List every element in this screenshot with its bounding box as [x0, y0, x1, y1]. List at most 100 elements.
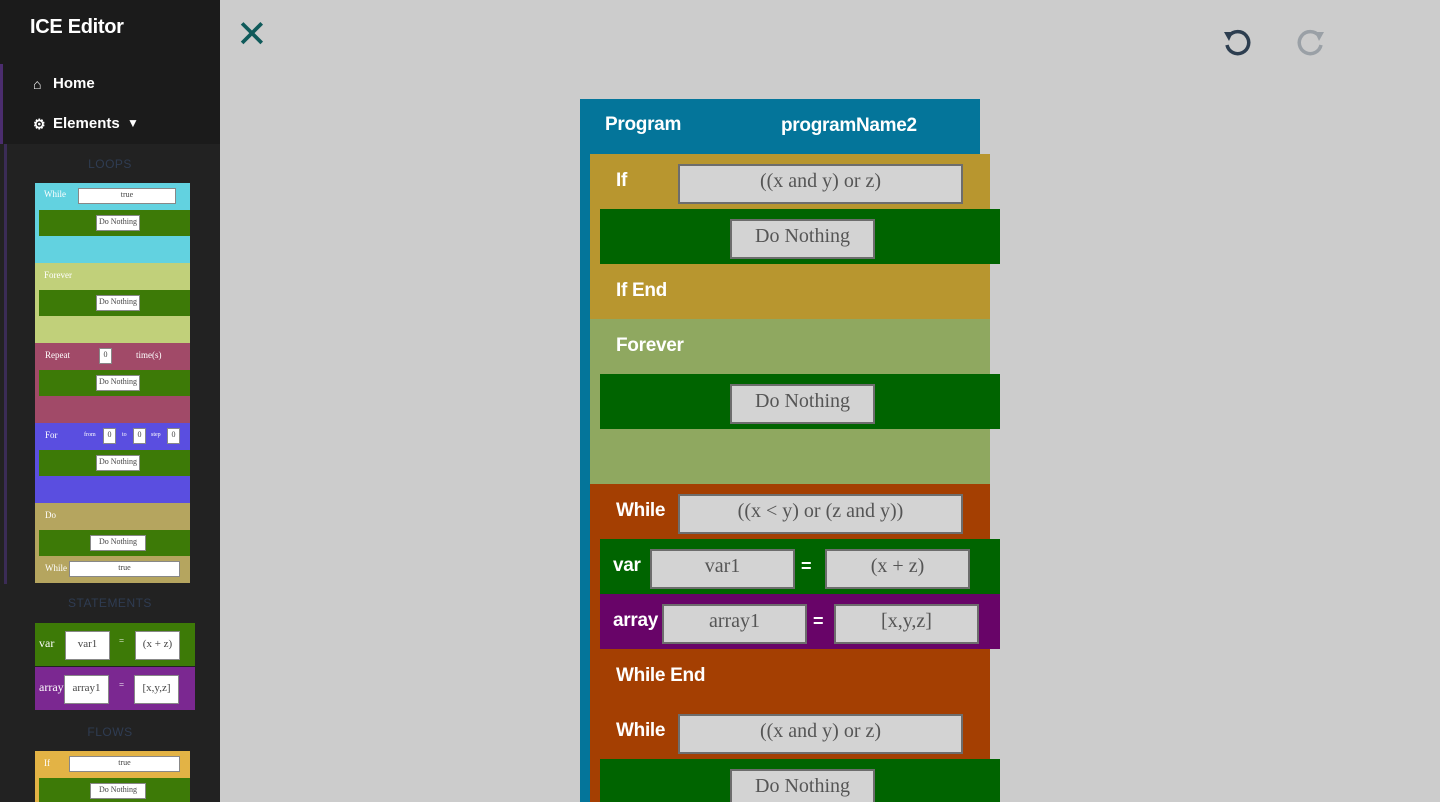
palette-do-while-label: While	[45, 563, 67, 573]
while-end-block[interactable]: While End	[590, 649, 990, 704]
palette-forever-body: Do Nothing	[39, 290, 190, 316]
forever-do-nothing-block[interactable]: Do Nothing	[600, 374, 1000, 429]
if-condition-input[interactable]: ((x and y) or z)	[678, 164, 963, 204]
palette-while-label: While	[44, 189, 66, 199]
while-block-2[interactable]: While ((x and y) or z)	[590, 704, 990, 759]
palette-forever-block[interactable]: Forever Do Nothing	[35, 263, 190, 343]
palette-if-label: If	[44, 758, 50, 768]
nav-home[interactable]: ⌂ Home	[0, 64, 220, 104]
category-loops: LOOPS	[88, 157, 132, 171]
home-icon: ⌂	[33, 76, 42, 92]
palette-while-body: Do Nothing	[39, 210, 190, 236]
chevron-down-icon: ▼	[127, 116, 139, 130]
while-1-label: While	[616, 500, 666, 521]
palette-for-from: 0	[103, 428, 116, 444]
palette-array-block[interactable]: array array1 = [x,y,z]	[35, 667, 195, 710]
palette-do-condition: true	[69, 561, 180, 577]
while-2-condition-input[interactable]: ((x and y) or z)	[678, 714, 963, 754]
forever-body-spine	[590, 374, 600, 429]
while-2-body-spine	[590, 759, 600, 802]
palette-array-value: [x,y,z]	[134, 675, 179, 704]
program-spine	[580, 154, 590, 802]
sidebar: ICE Editor ⌂ Home ⚙ Elements ▼ LOOPS Whi…	[0, 0, 220, 802]
while-1-body-spine	[590, 539, 600, 649]
forever-label: Forever	[616, 335, 684, 356]
while-end-label: While End	[616, 665, 706, 686]
array-block[interactable]: array array1 = [x,y,z]	[600, 594, 1000, 649]
close-icon[interactable]: ✕	[236, 16, 268, 54]
while-2-do-nothing-block[interactable]: Do Nothing	[600, 759, 1000, 802]
palette-do-while-block[interactable]: Do Do Nothing While true	[35, 503, 190, 583]
palette-forever-label: Forever	[44, 270, 72, 280]
palette-forever-body-label: Do Nothing	[96, 295, 140, 311]
palette-repeat-label: Repeat	[45, 350, 70, 360]
category-statements: STATEMENTS	[68, 596, 152, 610]
var-block[interactable]: var var1 = (x + z)	[600, 539, 1000, 594]
palette-var-name: var1	[65, 631, 110, 660]
forever-end-block[interactable]	[590, 429, 990, 484]
undo-icon[interactable]	[1220, 26, 1256, 62]
palette-repeat-suffix: time(s)	[136, 350, 162, 360]
var-name-input[interactable]: var1	[650, 549, 795, 589]
if-label: If	[616, 170, 628, 191]
while-2-do-nothing-label: Do Nothing	[730, 769, 875, 802]
palette-repeat-body: Do Nothing	[39, 370, 190, 396]
palette-for-body: Do Nothing	[39, 450, 190, 476]
palette-for-step: 0	[167, 428, 180, 444]
palette-var-label: var	[39, 636, 55, 650]
array-name-input[interactable]: array1	[662, 604, 807, 644]
if-do-nothing-label: Do Nothing	[730, 219, 875, 259]
array-equals: =	[813, 611, 824, 631]
var-label: var	[613, 555, 641, 576]
palette-if-body: Do Nothing	[39, 778, 190, 802]
if-end-label: If End	[616, 280, 667, 301]
category-flows: FLOWS	[87, 725, 133, 739]
palette-var-value: (x + z)	[135, 631, 180, 660]
var-equals: =	[801, 556, 812, 576]
if-end-block[interactable]: If End	[590, 264, 990, 319]
palette-if-condition: true	[69, 756, 180, 772]
palette-for-step-label: step	[151, 432, 161, 438]
while-2-label: While	[616, 720, 666, 741]
palette-for-to-label: to	[122, 432, 127, 438]
sidebar-rail	[4, 144, 7, 584]
palette-array-name: array1	[64, 675, 109, 704]
palette-do-body-label: Do Nothing	[90, 535, 146, 551]
array-label: array	[613, 610, 658, 631]
palette-repeat-block[interactable]: Repeat 0 time(s) Do Nothing	[35, 343, 190, 423]
palette-if-body-label: Do Nothing	[90, 783, 146, 799]
array-value-input[interactable]: [x,y,z]	[834, 604, 979, 644]
palette-do-body: Do Nothing	[39, 530, 190, 556]
redo-icon[interactable]	[1292, 26, 1328, 62]
palette-for-block[interactable]: For from 0 to 0 step 0 Do Nothing	[35, 423, 190, 503]
palette-repeat-count: 0	[99, 348, 112, 364]
palette-for-body-label: Do Nothing	[96, 455, 140, 471]
palette-while-body-label: Do Nothing	[96, 215, 140, 231]
forever-do-nothing-label: Do Nothing	[730, 384, 875, 424]
palette-for-to: 0	[133, 428, 146, 444]
var-value-input[interactable]: (x + z)	[825, 549, 970, 589]
while-block-1[interactable]: While ((x < y) or (z and y))	[590, 484, 990, 539]
palette-var-eq: =	[119, 636, 125, 646]
forever-block[interactable]: Forever	[590, 319, 990, 374]
palette-var-block[interactable]: var var1 = (x + z)	[35, 623, 195, 666]
palette-for-label: For	[45, 430, 58, 440]
nav-elements[interactable]: ⚙ Elements ▼	[0, 104, 220, 144]
if-block[interactable]: If ((x and y) or z)	[590, 154, 990, 209]
program-name[interactable]: programName2	[781, 99, 917, 153]
if-body-spine	[590, 209, 600, 264]
palette-array-eq: =	[119, 680, 125, 690]
palette-while-condition: true	[78, 188, 176, 204]
palette-while-block[interactable]: While true Do Nothing	[35, 183, 190, 263]
program-label: Program	[605, 114, 682, 135]
palette-array-label: array	[39, 680, 64, 694]
while-1-condition-input[interactable]: ((x < y) or (z and y))	[678, 494, 963, 534]
palette-for-from-label: from	[84, 432, 96, 438]
nav-elements-label: Elements	[53, 115, 120, 132]
palette-repeat-body-label: Do Nothing	[96, 375, 140, 391]
palette-if-block[interactable]: If true Do Nothing	[35, 751, 190, 802]
program-block-header[interactable]: Program programName2	[580, 99, 980, 154]
nav-home-label: Home	[53, 75, 95, 92]
if-do-nothing-block[interactable]: Do Nothing	[600, 209, 1000, 264]
app-title: ICE Editor	[30, 16, 124, 38]
